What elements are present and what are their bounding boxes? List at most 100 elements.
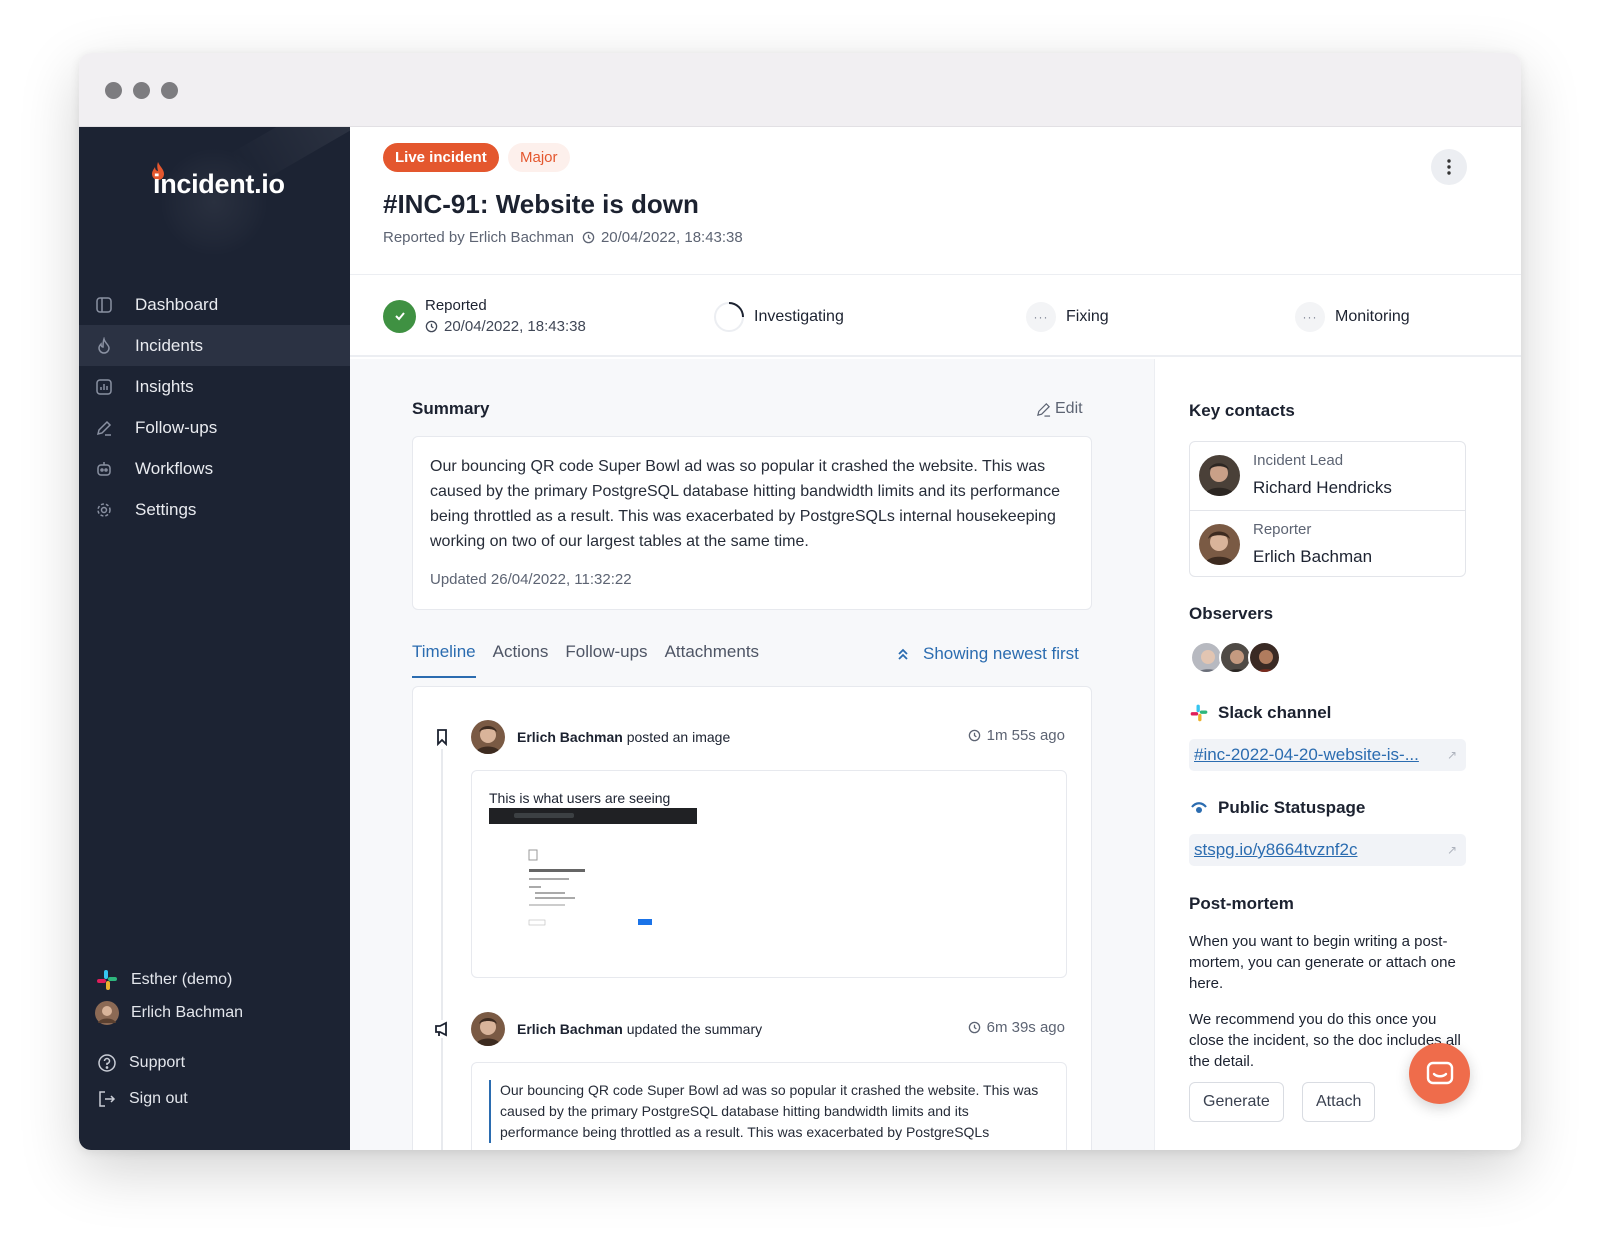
- sidebar-item-label: Workflows: [135, 458, 214, 478]
- user-avatar: [95, 1000, 119, 1025]
- tab-follow-ups[interactable]: Follow-ups: [565, 642, 647, 678]
- observers-list: [1190, 641, 1281, 674]
- summary-updated: Updated 26/04/2022, 11:32:22: [430, 571, 632, 588]
- sidebar: incident.io Dashboard Incidents Insights…: [79, 127, 350, 1150]
- sidebar-item-dashboard[interactable]: Dashboard: [79, 284, 350, 325]
- observers-heading: Observers: [1189, 604, 1274, 623]
- pending-dots-icon: ···: [1026, 302, 1056, 332]
- spinner-icon: [714, 302, 744, 332]
- app-window: incident.io Dashboard Incidents Insights…: [79, 53, 1521, 1150]
- step-reported-label: Reported: [425, 297, 487, 314]
- chat-launcher-button[interactable]: [1409, 1043, 1470, 1104]
- step-investigating-label: Investigating: [754, 308, 844, 325]
- sidebar-item-label: Dashboard: [135, 294, 219, 314]
- post-mortem-text: When you want to begin writing a post-mo…: [1189, 933, 1456, 992]
- attach-button[interactable]: Attach: [1302, 1082, 1376, 1122]
- gear-icon: [95, 501, 113, 519]
- workspace-switcher[interactable]: Esther (demo) Erlich Bachman: [95, 963, 335, 1029]
- page-title: #INC-91: Website is down: [383, 189, 699, 219]
- clock-icon: [582, 231, 595, 244]
- window-close-dot[interactable]: [105, 82, 122, 99]
- reported-by: Reported by Erlich Bachman 20/04/2022, 1…: [383, 229, 743, 246]
- slack-logo-icon: [1190, 704, 1208, 722]
- more-options-button[interactable]: [1431, 149, 1467, 185]
- sidebar-item-insights[interactable]: Insights: [79, 366, 350, 407]
- pending-dots-icon: ···: [1295, 302, 1325, 332]
- logo[interactable]: incident.io: [79, 127, 350, 257]
- dashboard-icon: [95, 296, 113, 314]
- main-content: Live incident Major #INC-91: Website is …: [350, 127, 1521, 1150]
- timeline-card: Erlich Bachman posted an image 1m 55s ag…: [412, 686, 1092, 1150]
- chat-icon: [1426, 1061, 1453, 1084]
- contact-incident-lead[interactable]: Incident Lead Richard Hendricks: [1190, 442, 1465, 509]
- tab-actions[interactable]: Actions: [493, 642, 549, 678]
- timeline-author[interactable]: Erlich Bachman: [517, 729, 623, 745]
- help-circle-icon: [98, 1054, 116, 1072]
- timeline-author[interactable]: Erlich Bachman: [517, 1021, 623, 1037]
- support-link[interactable]: Support: [97, 1045, 337, 1081]
- statuspage-label: Public Statuspage: [1218, 798, 1366, 817]
- step-reported-time: 20/04/2022, 18:43:38: [444, 318, 586, 335]
- sidebar-item-label: Incidents: [135, 335, 204, 355]
- observer-avatar[interactable]: [1248, 641, 1281, 674]
- severity-badge[interactable]: Major: [508, 143, 570, 172]
- window-maximize-dot[interactable]: [161, 82, 178, 99]
- sidebar-item-label: Settings: [135, 499, 197, 519]
- sign-out-link[interactable]: Sign out: [97, 1081, 337, 1117]
- generate-button[interactable]: Generate: [1189, 1082, 1284, 1122]
- bookmark-icon: [433, 728, 451, 746]
- contact-name: Richard Hendricks: [1253, 478, 1392, 497]
- statuspage-link[interactable]: stspg.io/y8664tvznf2c: [1194, 840, 1357, 860]
- user-row[interactable]: Erlich Bachman: [95, 996, 335, 1029]
- summary-update-box: Our bouncing QR code Super Bowl ad was s…: [471, 1062, 1067, 1150]
- timeline-time: 6m 39s ago: [968, 1019, 1065, 1036]
- sidebar-item-label: Insights: [135, 376, 194, 396]
- window-minimize-dot[interactable]: [133, 82, 150, 99]
- avatar: [1199, 524, 1240, 565]
- screenshot-thumbnail[interactable]: [489, 808, 697, 968]
- sidebar-nav: Dashboard Incidents Insights Follow-ups …: [79, 284, 350, 530]
- slack-channel-link-box[interactable]: #inc-2022-04-20-website-is-... ↗: [1189, 739, 1466, 771]
- slack-logo-icon: [97, 969, 117, 990]
- check-icon: [383, 299, 416, 333]
- flame-icon: [95, 336, 113, 355]
- step-monitoring[interactable]: ··· Monitoring: [1295, 302, 1410, 332]
- sidebar-item-follow-ups[interactable]: Follow-ups: [79, 407, 350, 448]
- timeline-line: [441, 749, 443, 1150]
- sign-out-icon: [99, 1091, 116, 1107]
- tab-attachments[interactable]: Attachments: [665, 642, 760, 678]
- timeline-tabs: Timeline Actions Follow-ups Attachments: [412, 642, 776, 678]
- timeline-time-text: 1m 55s ago: [986, 727, 1065, 744]
- pencil-icon: [95, 419, 113, 437]
- tab-timeline[interactable]: Timeline: [412, 642, 476, 678]
- sort-label: Showing newest first: [923, 644, 1079, 663]
- chart-icon: [95, 378, 113, 396]
- edit-summary-button[interactable]: Edit: [1036, 400, 1083, 418]
- slack-channel-heading: Slack channel: [1189, 703, 1331, 723]
- robot-icon: [95, 460, 113, 478]
- statuspage-link-box[interactable]: stspg.io/y8664tvznf2c ↗: [1189, 834, 1466, 866]
- image-attachment[interactable]: This is what users are seeing: [471, 770, 1067, 978]
- workspace-row[interactable]: Esther (demo): [95, 963, 335, 996]
- avatar: [471, 1012, 505, 1046]
- step-investigating[interactable]: Investigating: [713, 301, 844, 333]
- sidebar-item-settings[interactable]: Settings: [79, 489, 350, 530]
- sidebar-item-label: Follow-ups: [135, 417, 218, 437]
- post-mortem-heading: Post-mortem: [1189, 894, 1294, 913]
- contact-role: Reporter: [1253, 521, 1312, 538]
- step-fixing[interactable]: ··· Fixing: [1026, 302, 1109, 332]
- pencil-icon: [1037, 402, 1051, 417]
- slack-channel-link[interactable]: #inc-2022-04-20-website-is-...: [1194, 745, 1419, 765]
- summary-quote: Our bouncing QR code Super Bowl ad was s…: [489, 1080, 1049, 1143]
- timeline-time: 1m 55s ago: [968, 727, 1065, 744]
- summary-text: Our bouncing QR code Super Bowl ad was s…: [430, 458, 1060, 550]
- sidebar-item-incidents[interactable]: Incidents: [79, 325, 350, 366]
- timeline-item-heading: Erlich Bachman updated the summary: [517, 1021, 762, 1037]
- timeline-action: posted an image: [626, 729, 731, 745]
- step-reported[interactable]: Reported 20/04/2022, 18:43:38: [383, 295, 586, 337]
- clock-icon: [968, 1021, 980, 1034]
- sidebar-item-workflows[interactable]: Workflows: [79, 448, 350, 489]
- contact-reporter[interactable]: Reporter Erlich Bachman: [1190, 510, 1465, 577]
- statuspage-icon: [1191, 802, 1207, 813]
- sort-toggle[interactable]: Showing newest first: [897, 644, 1079, 664]
